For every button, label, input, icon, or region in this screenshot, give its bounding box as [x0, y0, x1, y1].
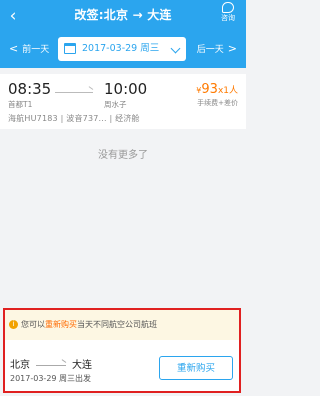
- title-prefix: 改签:: [74, 8, 104, 22]
- price-value: 93: [201, 82, 218, 97]
- passenger-count: x1人: [217, 86, 238, 96]
- cabin-class: 经济舱: [115, 114, 140, 123]
- next-day-label: 后一天: [196, 45, 224, 55]
- arrival-time: 10:00: [104, 80, 148, 98]
- rebuy-panel: i 您可以重新购买当天不同航空公司航班 北京 大连 2017-03-29 周三出发…: [3, 308, 241, 393]
- prev-day-button[interactable]: < 前一天: [5, 42, 49, 55]
- consult-label: 咨询: [221, 14, 235, 22]
- separator: |: [60, 114, 64, 123]
- calendar-icon: [64, 43, 76, 54]
- page-title: 改签:北京 → 大连: [0, 6, 246, 23]
- selected-date: 2017-03-29 周三: [82, 37, 159, 61]
- arrival-airport: 周水子: [104, 100, 127, 109]
- arrow-right-icon: [36, 364, 66, 366]
- aircraft-type: 波音737...: [66, 114, 107, 123]
- rebuy-button[interactable]: 重新购买: [159, 356, 233, 380]
- rebuy-route: 北京 大连: [10, 356, 92, 371]
- date-navigation: < 前一天 2017-03-29 周三 后一天 >: [0, 36, 246, 62]
- date-selector[interactable]: 2017-03-29 周三: [58, 37, 186, 61]
- title-origin: 北京: [103, 8, 129, 22]
- route-origin: 北京: [10, 360, 30, 371]
- notice-highlight[interactable]: 重新购买: [45, 320, 77, 329]
- fee-note: 手续费+差价: [197, 99, 238, 107]
- chevron-left-icon: <: [9, 42, 19, 55]
- consult-button[interactable]: 咨询: [216, 2, 240, 22]
- price: ¥93x1人: [196, 82, 238, 97]
- arrow-right-icon: [55, 92, 93, 93]
- route-destination: 大连: [72, 360, 92, 371]
- departure-airport: 首都T1: [8, 100, 33, 109]
- title-arrow: →: [132, 8, 143, 22]
- info-icon: i: [9, 320, 18, 329]
- flight-meta: 海航HU7183 | 波音737... | 经济舱: [8, 113, 140, 124]
- departure-date: 2017-03-29 周三出发: [10, 374, 92, 383]
- notice-post: 当天不同航空公司航班: [77, 320, 157, 329]
- date-value: 2017-03-29: [82, 43, 138, 54]
- flight-card[interactable]: 08:35 10:00 首都T1 周水子 ¥93x1人 手续费+差价 海航HU7…: [0, 74, 246, 129]
- prev-day-label: 前一天: [22, 45, 50, 55]
- title-destination: 大连: [147, 8, 172, 22]
- notice-text: 您可以重新购买当天不同航空公司航班: [21, 310, 157, 340]
- chevron-right-icon: >: [227, 42, 237, 55]
- separator: |: [109, 114, 113, 123]
- weekday-value: 周三: [140, 43, 160, 54]
- airline-flight-number: 海航HU7183: [8, 114, 58, 123]
- price-block: ¥93x1人 手续费+差价: [196, 82, 238, 108]
- departure-time: 08:35: [8, 80, 52, 98]
- top-header: ‹ 改签:北京 → 大连 咨询 < 前一天 2017-03-29 周三 后一天 >: [0, 0, 246, 68]
- chat-icon: [222, 2, 234, 13]
- list-end-text: 没有更多了: [98, 150, 148, 161]
- next-day-button[interactable]: 后一天 >: [197, 42, 241, 55]
- rebuy-notice: i 您可以重新购买当天不同航空公司航班: [5, 310, 239, 340]
- chevron-down-icon: [170, 43, 181, 54]
- notice-pre: 您可以: [21, 320, 45, 329]
